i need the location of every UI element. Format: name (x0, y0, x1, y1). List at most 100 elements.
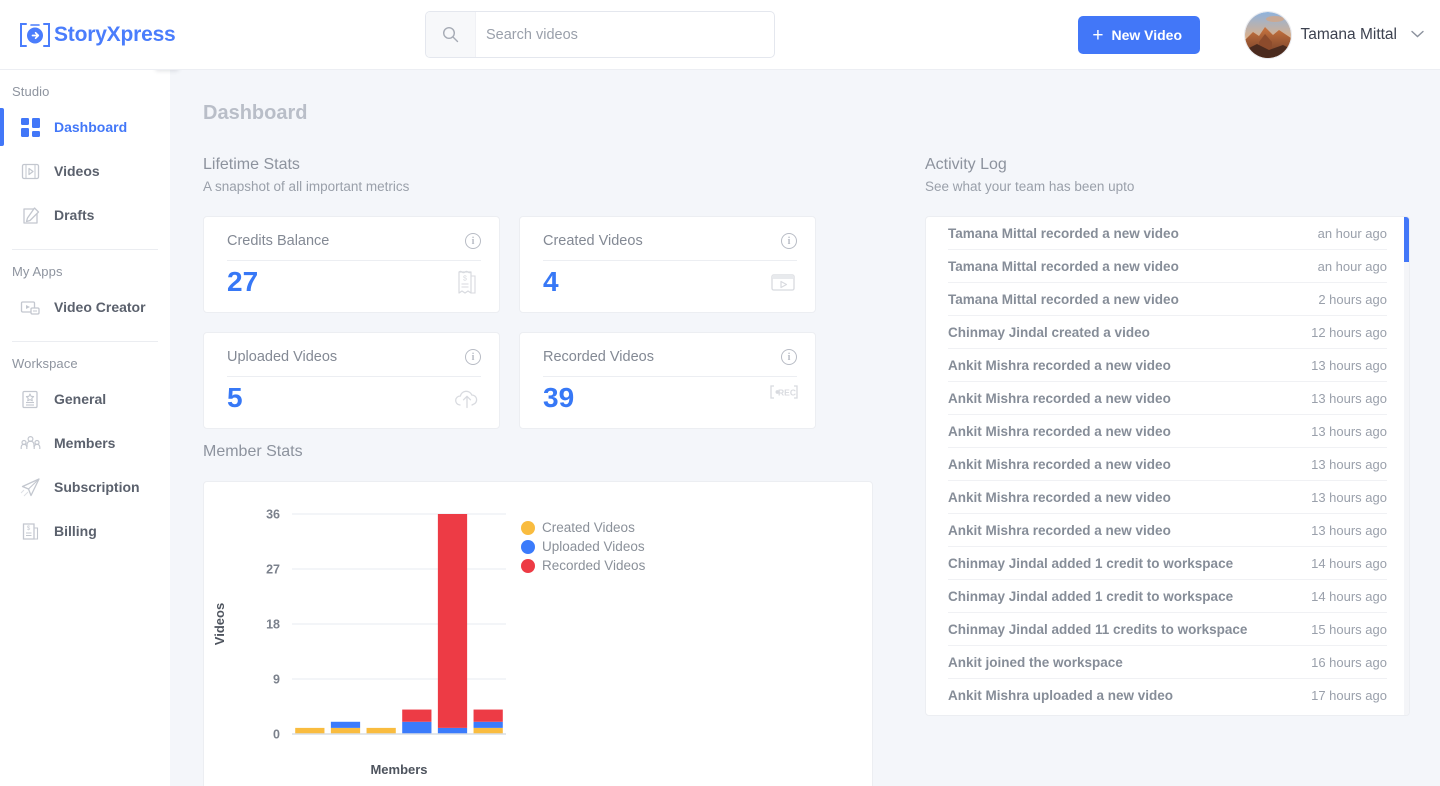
new-video-button[interactable]: + New Video (1078, 16, 1200, 54)
activity-time: 15 hours ago (1311, 622, 1387, 637)
info-icon[interactable]: i (781, 349, 797, 365)
activity-log-row[interactable]: Ankit Mishra recorded a new video13 hour… (948, 514, 1387, 547)
activity-log-row[interactable]: Chinmay Jindal created a video12 hours a… (948, 316, 1387, 349)
activity-text: Ankit joined the workspace (948, 655, 1123, 670)
activity-log-row[interactable]: Tamana Mittal recorded a new videoan hou… (948, 217, 1387, 250)
pencil-page-icon (19, 204, 41, 226)
activity-log-row[interactable]: Ankit Mishra uploaded a new video17 hour… (948, 679, 1387, 712)
sidebar-group-workspace-label: Workspace (0, 342, 170, 377)
chart-bar-segment[interactable] (474, 728, 503, 734)
activity-log-row[interactable]: Ankit Mishra recorded a new video 13 hour… (948, 481, 1387, 514)
activity-log-row[interactable]: Tamana Mittal recorded a new video2 hour… (948, 283, 1387, 316)
sidebar-item-billing[interactable]: $ Billing (0, 509, 170, 553)
activity-log-row[interactable]: Ankit Mishra recorded a new video13 hour… (948, 349, 1387, 382)
video-creator-icon (19, 296, 41, 318)
user-menu[interactable]: Tamana Mittal (1245, 12, 1424, 58)
divider (543, 376, 797, 377)
search-box[interactable] (425, 11, 775, 58)
sidebar-item-members[interactable]: Members (0, 421, 170, 465)
activity-log-scrollbar-thumb[interactable] (1404, 217, 1409, 262)
activity-time: 13 hours ago (1311, 358, 1387, 373)
activity-log-row[interactable]: Chinmay Jindal added 1 credit to workspa… (948, 580, 1387, 613)
chart-bar-segment[interactable] (331, 722, 360, 728)
lifetime-stats-title: Lifetime Stats (203, 156, 873, 174)
svg-text:$: $ (26, 526, 30, 532)
stat-card-uploaded-videos[interactable]: Uploaded Videos i 5 (203, 332, 500, 429)
divider (543, 260, 797, 261)
chart-bar-segment[interactable] (438, 514, 467, 728)
sidebar-item-dashboard[interactable]: Dashboard (0, 105, 170, 149)
member-stats-chart: 09182736VideosMembersCreated VideosUploa… (204, 482, 866, 786)
activity-log-card: Tamana Mittal recorded a new videoan hou… (925, 216, 1410, 716)
activity-log-list[interactable]: Tamana Mittal recorded a new videoan hou… (926, 217, 1409, 715)
activity-time: 14 hours ago (1311, 556, 1387, 571)
activity-time: 13 hours ago (1311, 457, 1387, 472)
activity-log-scrollbar-track[interactable] (1404, 217, 1409, 715)
activity-time: 13 hours ago (1311, 523, 1387, 538)
chart-bar-segment[interactable] (438, 728, 467, 734)
stat-card-credits-balance[interactable]: Credits Balance i 27 $ (203, 216, 500, 313)
search-input[interactable] (476, 12, 774, 57)
chart-bar-segment[interactable] (402, 722, 431, 734)
activity-log-row[interactable]: Ankit joined the workspace 16 hours ago (948, 646, 1387, 679)
activity-time: 13 hours ago (1311, 490, 1387, 505)
star-list-icon (19, 388, 41, 410)
chart-bar-segment[interactable] (402, 710, 431, 722)
sidebar-item-label: Drafts (54, 207, 94, 223)
chart-bar-segment[interactable] (474, 710, 503, 722)
app-logo[interactable]: StoryXpress (18, 20, 176, 50)
sidebar-item-subscription[interactable]: Subscription (0, 465, 170, 509)
legend-label: Uploaded Videos (542, 539, 645, 554)
search-icon (426, 12, 476, 57)
info-icon[interactable]: i (781, 233, 797, 249)
chevron-down-icon[interactable] (1411, 29, 1424, 41)
activity-text: Chinmay Jindal added 11 credits to works… (948, 622, 1247, 637)
activity-log-row[interactable]: Ankit Mishra recorded a new video13 hour… (948, 415, 1387, 448)
activity-log-row[interactable]: Chinmay Jindal added 1 credit to workspa… (948, 547, 1387, 580)
stat-value: 5 (227, 383, 243, 414)
sidebar-item-general[interactable]: General (0, 377, 170, 421)
activity-text: Tamana Mittal recorded a new video (948, 292, 1179, 307)
y-axis-tick-label: 27 (266, 563, 280, 577)
chart-bar-segment[interactable] (295, 728, 324, 734)
sidebar-item-video-creator[interactable]: Video Creator (0, 285, 170, 329)
activity-time: 16 hours ago (1311, 655, 1387, 670)
y-axis-tick-label: 9 (273, 673, 280, 687)
sidebar-group-studio-label: Studio (0, 70, 170, 105)
sidebar-item-videos[interactable]: Videos (0, 149, 170, 193)
stat-label: Created Videos (543, 233, 643, 249)
new-video-label: New Video (1111, 27, 1182, 43)
logo-text: StoryXpress (54, 23, 176, 47)
chart-bar-segment[interactable] (331, 728, 360, 734)
y-axis-tick-label: 36 (266, 508, 280, 522)
stat-card-recorded-videos[interactable]: Recorded Videos i 39 REC (519, 332, 816, 429)
sidebar-item-label: General (54, 391, 106, 407)
sidebar-item-drafts[interactable]: Drafts (0, 193, 170, 237)
chart-bar-segment[interactable] (367, 728, 396, 734)
activity-text: Ankit Mishra recorded a new video (948, 490, 1171, 505)
people-group-icon (19, 432, 41, 454)
activity-time: 13 hours ago (1311, 391, 1387, 406)
main-content: Dashboard Lifetime Stats A snapshot of a… (170, 70, 1440, 786)
video-window-icon (769, 268, 797, 296)
rec-icon: REC (769, 384, 797, 412)
divider (227, 376, 481, 377)
svg-text:REC: REC (778, 388, 796, 398)
camera-bracket-icon (18, 20, 52, 50)
activity-log-row[interactable]: Ankit Mishra recorded a new video13 hour… (948, 382, 1387, 415)
activity-log-row[interactable]: Ankit Mishra recorded a new video13 hour… (948, 448, 1387, 481)
stat-card-created-videos[interactable]: Created Videos i 4 (519, 216, 816, 313)
activity-log-row[interactable]: Tamana Mittal recorded a new videoan hou… (948, 250, 1387, 283)
chart-bar-segment[interactable] (474, 722, 503, 728)
member-stats-chart-card: 09182736VideosMembersCreated VideosUploa… (203, 481, 873, 786)
plus-icon: + (1092, 26, 1103, 45)
activity-time: 13 hours ago (1311, 424, 1387, 439)
activity-log-row[interactable]: Chinmay Jindal added 11 credits to works… (948, 613, 1387, 646)
sidebar-item-label: Dashboard (54, 119, 127, 135)
info-icon[interactable]: i (465, 349, 481, 365)
legend-swatch (521, 540, 535, 554)
y-axis-tick-label: 18 (266, 618, 280, 632)
paper-plane-icon (19, 476, 41, 498)
info-icon[interactable]: i (465, 233, 481, 249)
page-title: Dashboard (170, 70, 1440, 125)
